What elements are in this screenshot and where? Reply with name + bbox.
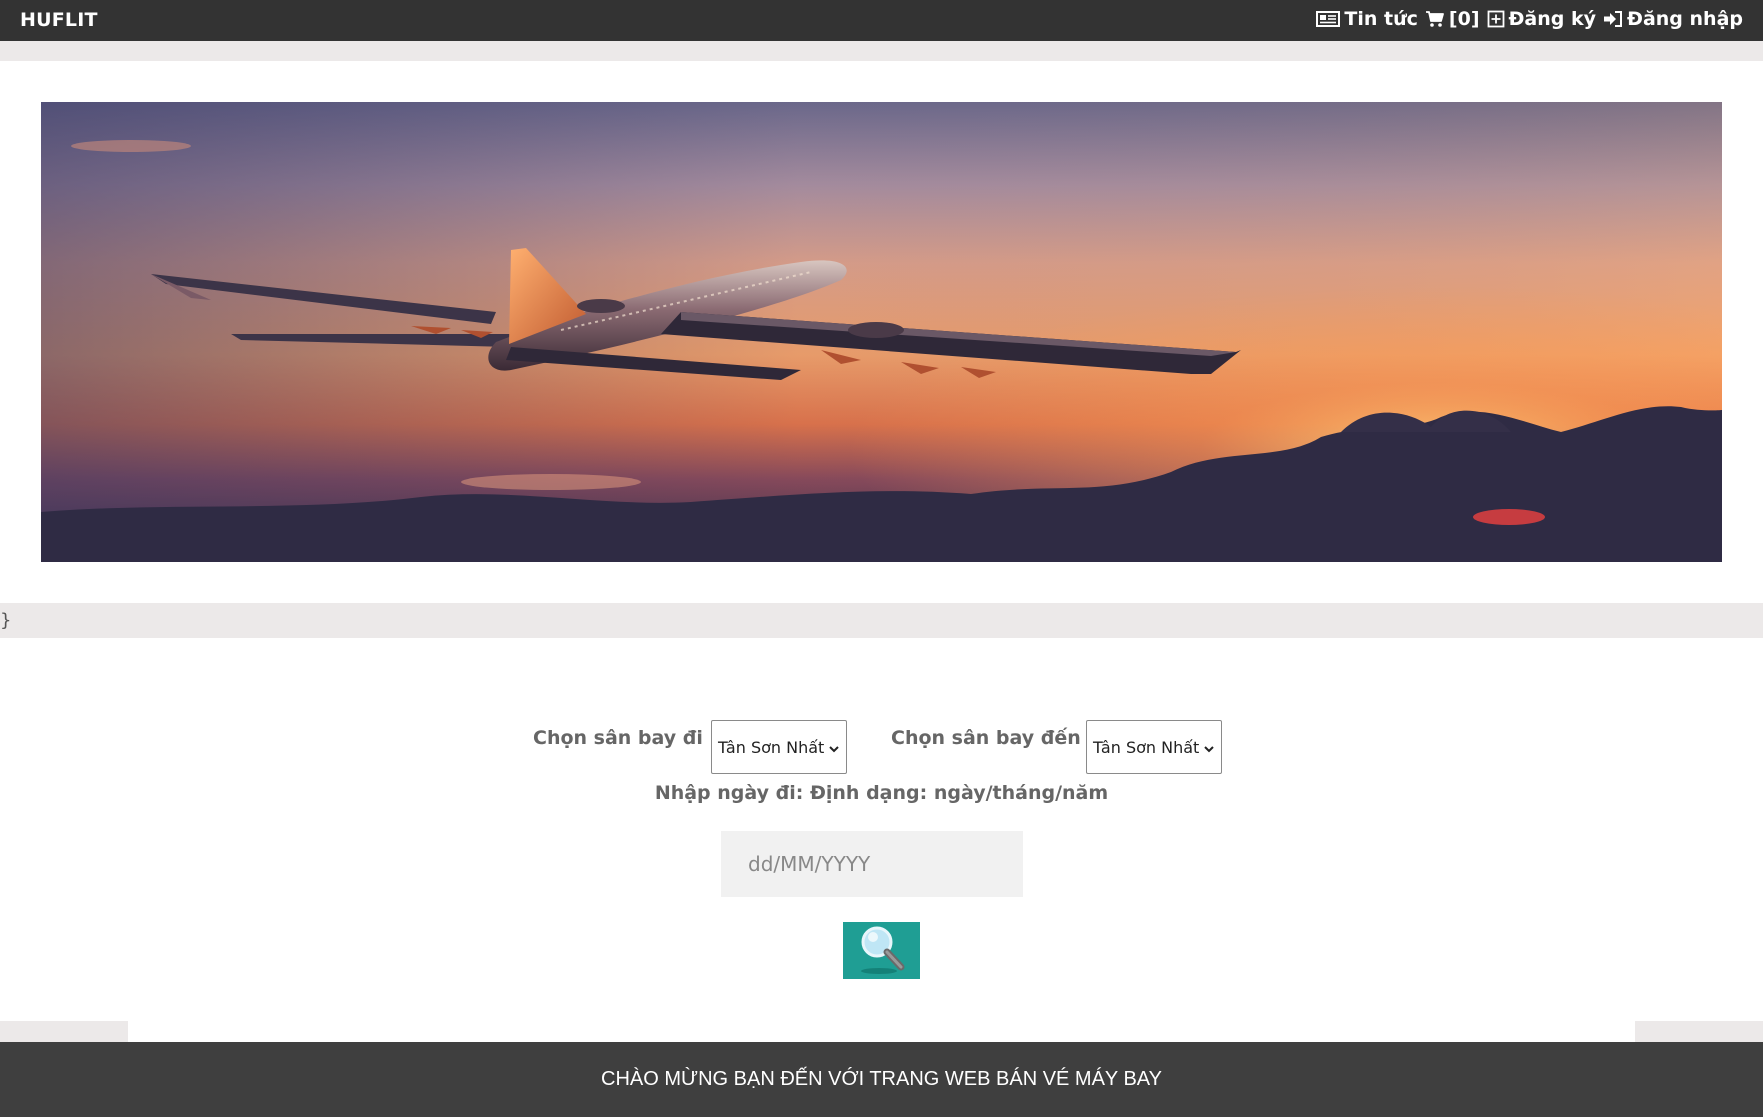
stray-text: } — [0, 610, 12, 631]
departure-date-hint: Nhập ngày đi: Định dạng: ngày/tháng/năm — [654, 782, 1109, 804]
cart-icon — [1425, 10, 1445, 28]
footer: CHÀO MỪNG BẠN ĐẾN VỚI TRANG WEB BÁN VÉ M… — [0, 1042, 1763, 1117]
arrival-airport-label: Chọn sân bay đến — [891, 727, 1081, 749]
departure-date-input[interactable] — [721, 831, 1023, 897]
search-button[interactable] — [843, 922, 920, 979]
footer-tab-left — [0, 1021, 128, 1042]
departure-airport-select[interactable]: Tân Sơn Nhất — [711, 720, 847, 774]
arrival-airport-value: Tân Sơn Nhất — [1093, 737, 1200, 757]
plus-square-icon — [1487, 10, 1505, 28]
airplane-sunset-image — [41, 102, 1722, 562]
footer-welcome-text: CHÀO MỪNG BẠN ĐẾN VỚI TRANG WEB BÁN VÉ M… — [601, 1068, 1162, 1090]
brand-logo-text[interactable]: HUFLIT — [20, 9, 98, 31]
chevron-down-icon — [1203, 740, 1215, 759]
top-divider-band — [0, 41, 1763, 61]
departure-airport-value: Tân Sơn Nhất — [718, 737, 825, 757]
magnifier-icon — [855, 923, 909, 978]
top-navbar: HUFLIT Tin tức [0] Đăng ký Đăng nhập — [0, 0, 1763, 41]
hero-banner — [41, 102, 1722, 562]
nav-item-login-label: Đăng nhập — [1627, 8, 1743, 30]
footer-tab-right — [1635, 1021, 1763, 1042]
nav-item-register-label: Đăng ký — [1508, 8, 1597, 30]
arrival-airport-select[interactable]: Tân Sơn Nhất — [1086, 720, 1222, 774]
nav-item-news-label: Tin tức — [1344, 8, 1418, 30]
nav-links: Tin tức [0] Đăng ký Đăng nhập — [1316, 8, 1743, 30]
nav-item-login[interactable]: Đăng nhập — [1603, 8, 1743, 30]
login-icon — [1603, 10, 1623, 28]
nav-item-news[interactable]: Tin tức — [1316, 8, 1418, 30]
newspaper-icon — [1316, 10, 1341, 28]
nav-item-register[interactable]: Đăng ký — [1487, 8, 1597, 30]
mid-divider-band — [0, 603, 1763, 638]
nav-item-cart[interactable]: [0] — [1425, 8, 1480, 30]
chevron-down-icon — [828, 740, 840, 759]
departure-airport-label: Chọn sân bay đi — [533, 727, 703, 749]
cart-count: [0] — [1448, 8, 1480, 30]
